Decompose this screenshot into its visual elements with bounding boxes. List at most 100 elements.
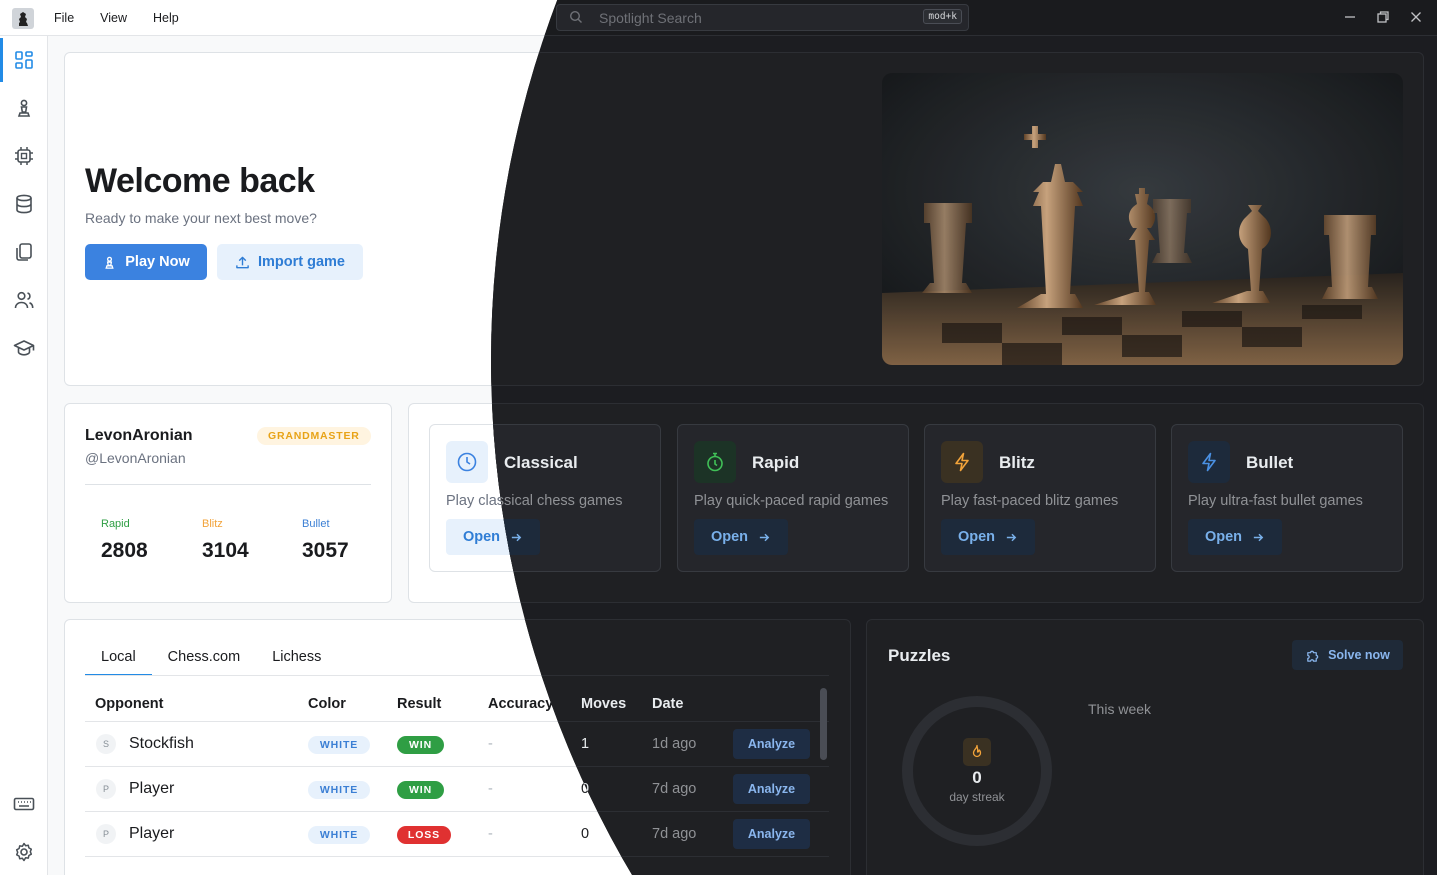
streak-label: day streak	[949, 790, 1005, 804]
menu-help[interactable]: Help	[153, 11, 179, 25]
rating-label-blitz: Blitz	[202, 518, 223, 530]
profile-handle: @LevonAronian	[85, 450, 186, 466]
sidebar	[0, 36, 48, 875]
arrow-right-icon	[1253, 533, 1264, 541]
profile-divider	[85, 484, 371, 485]
mode-desc: Play ultra-fast bullet games	[1188, 493, 1363, 509]
arrow-right-icon	[1006, 533, 1017, 541]
date-value: 7d ago	[652, 781, 697, 797]
accuracy-value: -	[488, 781, 493, 797]
rating-label-rapid: Rapid	[101, 518, 130, 530]
sidebar-item-engines[interactable]	[0, 132, 48, 180]
tab-local[interactable]: Local	[85, 640, 152, 676]
menu-view[interactable]: View	[100, 11, 127, 25]
mode-title: Classical	[504, 453, 578, 472]
app-logo-icon	[10, 5, 36, 31]
search-shortcut: mod+k	[923, 9, 962, 24]
col-color[interactable]: Color	[308, 696, 346, 712]
flame-icon	[963, 738, 991, 766]
avatar: P	[96, 824, 116, 844]
opponent-name: Player	[129, 825, 175, 842]
puzzles-title: Puzzles	[888, 646, 951, 665]
analyze-button[interactable]: Analyze	[733, 819, 810, 849]
avatar: S	[96, 734, 116, 754]
import-game-button[interactable]: Import game	[217, 244, 363, 280]
menu-file[interactable]: File	[54, 11, 74, 25]
moves-value: 1	[581, 736, 590, 752]
minimize-icon[interactable]	[1341, 8, 1359, 26]
profile-name: LevonAronian	[85, 427, 193, 444]
sidebar-item-learn[interactable]	[0, 324, 48, 372]
sidebar-item-shortcuts[interactable]	[0, 780, 48, 828]
rating-value-bullet: 3057	[302, 539, 349, 562]
mode-card-rapid: Rapid Play quick-paced rapid games Open	[677, 424, 909, 572]
sidebar-item-databases[interactable]	[0, 180, 48, 228]
col-result[interactable]: Result	[397, 696, 441, 712]
bolt-icon	[1188, 441, 1230, 483]
streak-value: 0	[972, 768, 982, 787]
welcome-subtitle: Ready to make your next best move?	[85, 210, 317, 226]
analyze-button[interactable]: Analyze	[733, 729, 810, 759]
bolt-icon	[941, 441, 983, 483]
tab-chess-com[interactable]: Chess.com	[152, 640, 257, 676]
rating-value-rapid: 2808	[101, 539, 148, 562]
files-icon	[16, 243, 32, 261]
cpu-icon	[15, 147, 33, 165]
col-accuracy[interactable]: Accuracy	[488, 696, 553, 712]
result-badge: WIN	[397, 736, 444, 754]
title-badge: GRANDMASTER	[257, 427, 371, 445]
mode-card-blitz: Blitz Play fast-paced blitz games Open	[924, 424, 1156, 572]
arrow-right-icon	[759, 533, 770, 541]
tab-lichess[interactable]: Lichess	[256, 640, 337, 676]
menu-bar: File View Help	[54, 0, 179, 36]
color-badge: WHITE	[308, 826, 370, 844]
analyze-button[interactable]: Analyze	[733, 774, 810, 804]
clock-icon	[446, 441, 488, 483]
table-scrollbar[interactable]	[820, 688, 827, 760]
upload-icon	[236, 256, 249, 268]
open-label: Open	[710, 529, 749, 545]
solve-now-button[interactable]: Solve now	[1292, 640, 1403, 670]
period-label: This week	[1088, 701, 1152, 717]
sidebar-item-settings[interactable]	[0, 828, 48, 875]
search-placeholder: Spotlight Search	[599, 10, 702, 26]
dashboard-icon	[15, 51, 33, 69]
import-game-label: Import game	[257, 254, 345, 270]
col-opponent[interactable]: Opponent	[95, 696, 163, 712]
date-value: 7d ago	[652, 826, 697, 842]
open-bullet-button[interactable]: Open	[1188, 519, 1282, 555]
restore-icon[interactable]	[1374, 8, 1392, 26]
stopwatch-icon	[694, 441, 736, 483]
accuracy-value: -	[488, 826, 493, 842]
welcome-title: Welcome back	[85, 162, 315, 200]
mode-desc: Play fast-paced blitz games	[941, 493, 1119, 509]
sidebar-item-files[interactable]	[0, 228, 48, 276]
spotlight-search[interactable]: Spotlight Search mod+k	[556, 4, 969, 31]
color-badge: WHITE	[308, 736, 370, 754]
rating-value-blitz: 3104	[202, 539, 249, 562]
sidebar-item-players[interactable]	[0, 276, 48, 324]
col-moves[interactable]: Moves	[581, 696, 626, 712]
result-badge: WIN	[397, 781, 444, 799]
keyboard-icon	[13, 797, 35, 811]
open-blitz-button[interactable]: Open	[941, 519, 1035, 555]
users-icon	[14, 291, 34, 309]
date-value: 1d ago	[652, 736, 697, 752]
mode-card-bullet: Bullet Play ultra-fast bullet games Open	[1171, 424, 1403, 572]
sidebar-item-dashboard[interactable]	[0, 36, 48, 84]
search-icon	[569, 10, 583, 24]
chess-pawn-icon	[17, 99, 31, 117]
database-icon	[16, 194, 32, 214]
sidebar-item-play[interactable]	[0, 84, 48, 132]
play-now-button[interactable]: Play Now	[85, 244, 207, 280]
play-now-label: Play Now	[125, 254, 190, 270]
moves-value: 0	[581, 826, 590, 842]
col-date[interactable]: Date	[652, 696, 683, 712]
rating-label-bullet: Bullet	[302, 518, 330, 530]
close-icon[interactable]	[1407, 8, 1425, 26]
open-label: Open	[462, 529, 501, 545]
open-rapid-button[interactable]: Open	[694, 519, 788, 555]
solve-now-label: Solve now	[1328, 648, 1390, 662]
opponent-name: Stockfish	[129, 735, 194, 752]
result-badge: LOSS	[397, 826, 451, 844]
